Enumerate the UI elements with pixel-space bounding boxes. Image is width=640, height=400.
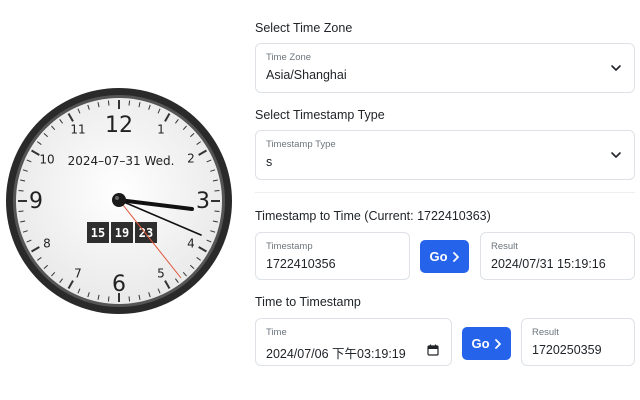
- clock-tick: [18, 210, 24, 213]
- go-button-label: Go: [471, 336, 490, 351]
- clock-tick: [107, 296, 110, 302]
- timestamp-type-select-value: s: [266, 155, 273, 169]
- timezone-select[interactable]: Time Zone Asia/Shanghai: [255, 43, 635, 93]
- clock-number-5: 5: [157, 267, 165, 281]
- clock-digital-time: 15 19 23: [87, 222, 157, 243]
- clock-tick: [214, 210, 220, 213]
- clock-number-3: 3: [196, 189, 210, 214]
- clock-digit-hours: 15: [91, 226, 105, 240]
- chevron-down-icon: [611, 65, 621, 71]
- clock-number-11: 11: [70, 123, 85, 137]
- clock-tick: [18, 189, 24, 192]
- timezone-select-value: Asia/Shanghai: [266, 68, 347, 82]
- timestamp-input-value: 1722410356: [266, 257, 336, 271]
- clock-date: 2024–07–31 Wed.: [68, 154, 175, 168]
- timezone-select-label: Time Zone: [266, 52, 312, 63]
- datetime-input[interactable]: Time 2024/07/06 下午03:19:19: [255, 318, 452, 366]
- clock-tick: [128, 100, 131, 106]
- ts-to-time-go-button[interactable]: Go: [420, 240, 469, 273]
- chevron-right-icon: [494, 338, 501, 349]
- clock-tick: [128, 296, 131, 302]
- timezone-section-title: Select Time Zone: [255, 21, 353, 35]
- clock-number-9: 9: [29, 189, 43, 214]
- clock-center-pin: [112, 193, 126, 207]
- clock-number-12: 12: [105, 113, 133, 138]
- analog-clock: 12 3 6 9 1 2 4 5 7 8 10 11 2024–07–31 We…: [6, 88, 232, 314]
- clock-number-7: 7: [74, 267, 82, 281]
- clock-number-1: 1: [157, 123, 165, 137]
- result-value: 2024/07/31 15:19:16: [491, 257, 606, 271]
- timestamp-type-select[interactable]: Timestamp Type s: [255, 130, 635, 180]
- timestamp-input[interactable]: Timestamp 1722410356: [255, 232, 410, 280]
- chevron-right-icon: [452, 251, 459, 262]
- section-divider: [255, 192, 635, 193]
- clock-number-6: 6: [112, 272, 126, 297]
- ts-to-time-section-title: Timestamp to Time (Current: 1722410363): [255, 209, 491, 223]
- calendar-icon[interactable]: [427, 344, 439, 356]
- clock-digit-minutes: 19: [115, 226, 129, 240]
- timestamp-type-section-title: Select Timestamp Type: [255, 108, 385, 122]
- time-to-ts-go-button[interactable]: Go: [462, 327, 511, 360]
- result-label: Result: [491, 241, 518, 252]
- clock-tick: [214, 189, 220, 192]
- time-to-ts-result-field[interactable]: Result 1720250359: [521, 318, 635, 366]
- ts-to-time-result-field[interactable]: Result 2024/07/31 15:19:16: [480, 232, 635, 280]
- timestamp-type-select-label: Timestamp Type: [266, 139, 336, 150]
- clock-number-10: 10: [39, 153, 54, 167]
- go-button-label: Go: [429, 249, 448, 264]
- clock-number-2: 2: [187, 152, 195, 166]
- datetime-input-label: Time: [266, 327, 287, 338]
- timestamp-input-label: Timestamp: [266, 241, 313, 252]
- clock-number-4: 4: [187, 237, 195, 251]
- datetime-input-value: 2024/07/06 下午03:19:19: [266, 347, 406, 361]
- chevron-down-icon: [611, 152, 621, 158]
- result-value: 1720250359: [532, 343, 602, 357]
- clock-number-8: 8: [43, 237, 51, 251]
- time-to-ts-section-title: Time to Timestamp: [255, 295, 361, 309]
- result-label: Result: [532, 327, 559, 338]
- clock-tick: [107, 100, 110, 106]
